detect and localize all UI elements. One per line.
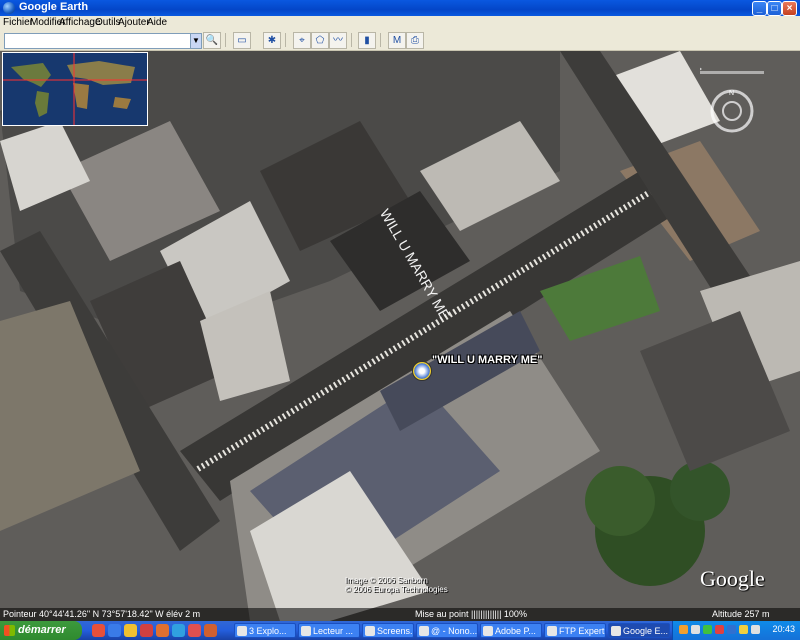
status-bar: Pointeur 40°44'41.26" N 73°57'18.42" W é… [0,608,800,621]
google-earth-icon [611,626,621,636]
window-title: Google Earth [19,1,89,13]
world-map-icon [3,53,147,125]
taskbar-task[interactable]: 3 Explo... [234,623,296,638]
google-earth-icon [3,2,15,14]
email-icon[interactable]: M [388,32,406,49]
quicklaunch-icon[interactable] [204,624,217,637]
minimize-button[interactable]: _ [752,1,767,16]
system-tray: 20:43 [672,621,800,640]
ruler-icon[interactable]: ▮ [358,32,376,49]
start-label: démarrer [18,624,66,636]
taskbar-task[interactable]: @ - Nono... [416,623,478,638]
pointer-coordinates: Pointeur 40°44'41.26" N 73°57'18.42" W é… [3,609,201,619]
placemark-icon[interactable]: ⌖ [293,32,311,49]
streaming-progress: Mise au point ||||||||||||| 100% [415,609,527,619]
taskbar-task[interactable]: Lecteur ... [298,623,360,638]
quicklaunch-icon[interactable] [124,624,137,637]
quicklaunch-icon[interactable] [140,624,153,637]
credit-line: © 2006 Europa Technologies [345,585,448,594]
toolbar-divider [225,33,226,47]
placemark-pin-icon[interactable] [412,361,432,381]
sun-icon[interactable]: ✱ [263,32,281,49]
search-go-icon[interactable]: 🔍 [203,32,221,49]
windows-logo-icon [4,625,15,636]
google-logo: Google [700,566,765,591]
quicklaunch-icon[interactable] [172,624,185,637]
browser-icon [419,626,429,636]
app-icon [365,626,375,636]
search-input[interactable] [4,33,200,49]
overview-map[interactable] [2,52,148,126]
quicklaunch-icon[interactable] [156,624,169,637]
media-player-icon [301,626,311,636]
taskbar-task[interactable]: Adobe P... [480,623,542,638]
menu-ajouter[interactable]: Ajouter [118,17,150,28]
task-label: Google E... [623,626,669,636]
task-label: FTP Expert [559,626,605,636]
taskbar-task[interactable]: FTP Expert [544,623,606,638]
placemark-label[interactable]: "WILL U MARRY ME" [432,354,542,366]
maximize-button[interactable]: □ [767,1,782,16]
credit-line: Image © 2006 Sanborn [345,576,428,585]
svg-text:N: N [729,90,734,97]
altitude-readout: Altitude 257 m [712,609,770,619]
image-credits: Image © 2006 Sanborn © 2006 Europa Techn… [345,576,448,594]
toolbar-divider [351,33,352,47]
path-icon[interactable]: 〰 [329,32,347,49]
toolbar-divider [285,33,286,47]
folder-icon [237,626,247,636]
windows-taskbar: démarrer 3 Explo... Lecteur ... Screens.… [0,621,800,640]
menu-fichier[interactable]: Fichier [3,17,33,28]
quicklaunch-icon[interactable] [188,624,201,637]
quicklaunch-icon[interactable] [92,624,105,637]
tray-icon[interactable] [727,625,736,634]
search-dropdown-icon[interactable]: ▼ [190,33,202,49]
task-label: 3 Explo... [249,626,287,636]
speaker-icon[interactable] [751,625,760,634]
close-button[interactable]: × [782,1,797,16]
compass-icon: N [700,67,764,133]
ftp-icon [547,626,557,636]
tray-icon[interactable] [703,625,712,634]
title-bar: Google Earth _ □ × [0,0,800,16]
task-label: Screens... [377,626,414,636]
menu-bar: Fichier Modifier Affichage Outils Ajoute… [0,16,800,30]
polygon-icon[interactable]: ⬠ [311,32,329,49]
task-label: Lecteur ... [313,626,354,636]
clock[interactable]: 20:43 [772,624,795,634]
map-view[interactable]: WILL U MARRY ME N "WILL U MARRY ME" Imag… [0,51,800,621]
task-label: @ - Nono... [431,626,478,636]
tray-icon[interactable] [715,625,724,634]
tray-icon[interactable] [691,625,700,634]
menu-aide[interactable]: Aide [147,17,167,28]
sidebar-toggle-icon[interactable]: ▭ [233,32,251,49]
tray-icon[interactable] [679,625,688,634]
print-icon[interactable]: ⎙ [406,32,424,49]
taskbar-task[interactable]: Screens... [362,623,414,638]
quicklaunch-icon[interactable] [108,624,121,637]
start-button[interactable]: démarrer [0,621,82,640]
task-label: Adobe P... [495,626,536,636]
toolbar-divider [380,33,381,47]
adobe-icon [483,626,493,636]
toolbar: ▼ 🔍 ▭ ✱ ⌖ ⬠ 〰 ▮ M ⎙ [0,30,800,51]
aerial-imagery: WILL U MARRY ME [0,51,800,621]
menu-outils[interactable]: Outils [95,17,121,28]
tray-icon[interactable] [739,625,748,634]
navigation-compass[interactable]: N [700,65,764,133]
taskbar-task[interactable]: Google E... [608,623,670,638]
